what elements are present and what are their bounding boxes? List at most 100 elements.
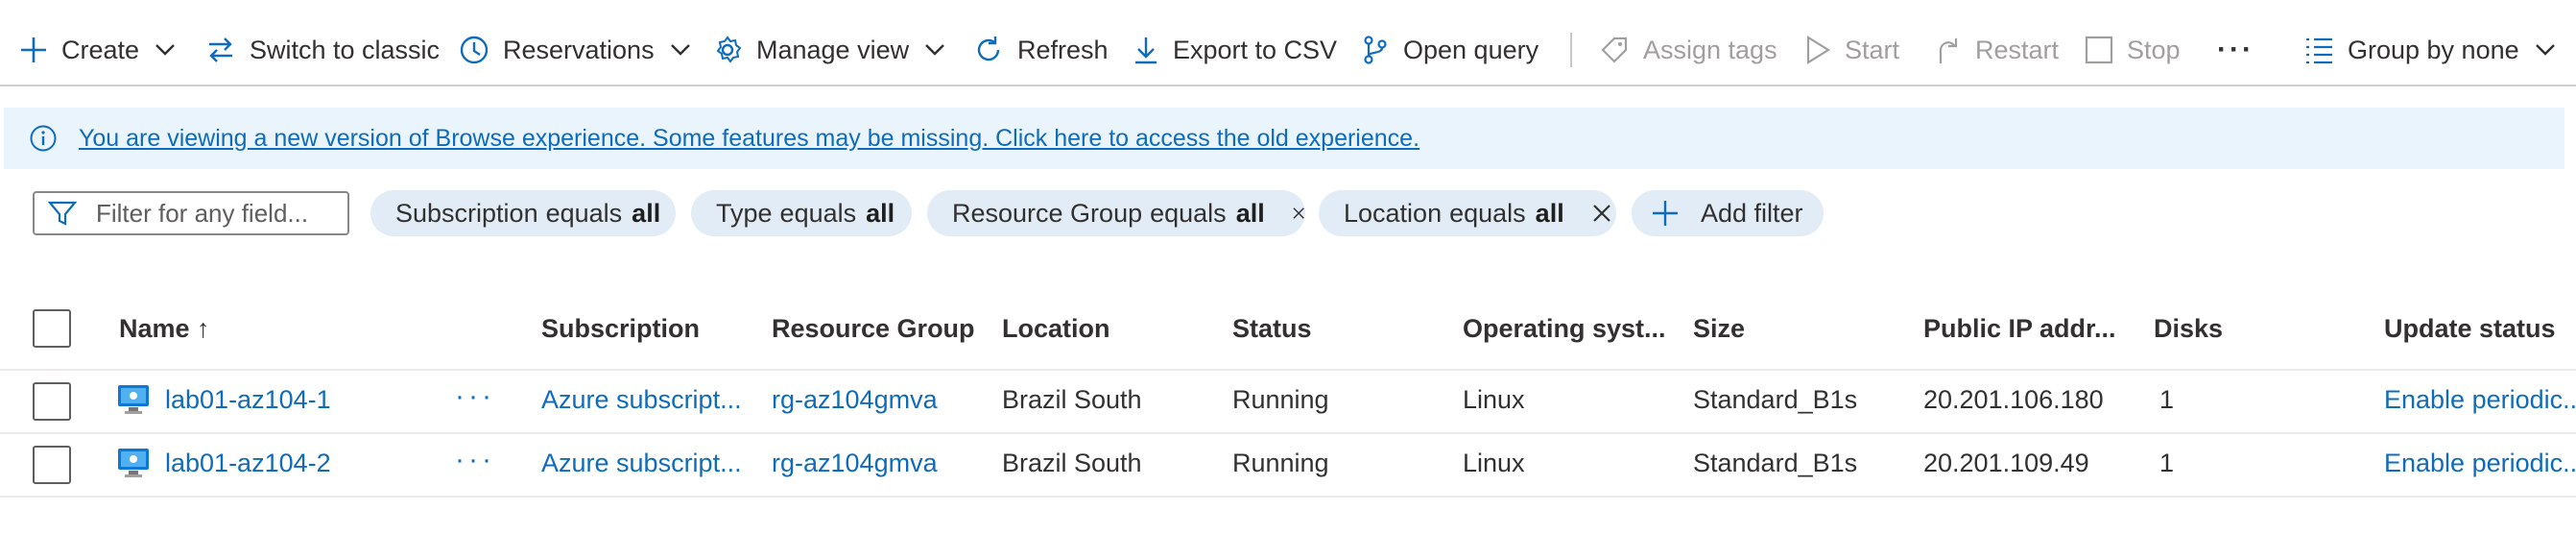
create-label: Create [61,35,140,64]
row-more-actions-button[interactable]: ··· [455,444,495,476]
column-header-disks[interactable]: Disks [2154,307,2223,350]
export-csv-button[interactable]: Export to CSV [1133,0,1337,100]
row-more-actions-button[interactable]: ··· [455,380,495,413]
chevron-down-icon [925,44,944,56]
more-commands-button[interactable]: ··· [2217,0,2254,100]
stop-icon [2085,36,2113,64]
filter-pill-key: Resource Group [952,198,1143,228]
filter-pill-key: Type [716,198,773,228]
filter-pill-value: all [632,198,661,228]
row-checkbox[interactable] [33,382,71,421]
create-button[interactable]: Create [19,0,176,100]
stop-label: Stop [2127,35,2181,64]
public-ip-cell: 20.201.106.180 [1923,384,2104,414]
filter-pill-operator: equals [1449,198,1526,228]
query-branch-icon [1364,36,1387,64]
filter-input[interactable] [94,197,338,230]
close-icon[interactable] [1292,203,1305,224]
start-button[interactable]: Start [1804,0,1899,100]
public-ip-cell: 20.201.109.49 [1923,448,2089,477]
update-status-link[interactable]: Enable periodic... [2384,442,2576,484]
virtual-machine-icon [118,385,149,414]
stop-button[interactable]: Stop [2085,0,2181,100]
subscription-link[interactable]: Azure subscript... [541,442,742,484]
reservations-label: Reservations [503,35,655,64]
os-cell: Linux [1463,448,1525,477]
filter-pill-location[interactable]: Location equals all [1319,190,1616,236]
clock-icon [460,36,489,64]
chevron-down-icon [2535,44,2555,56]
virtual-machine-icon [118,449,149,477]
vm-name-link[interactable]: lab01-az104-2 [165,442,331,484]
column-header-public-ip[interactable]: Public IP addr... [1923,307,2116,350]
add-filter-button[interactable]: Add filter [1632,190,1824,236]
gear-icon [716,36,742,63]
column-header-size[interactable]: Size [1693,307,1745,350]
download-icon [1135,37,1157,64]
filter-pill-key: Subscription [395,198,538,228]
refresh-icon [977,36,1000,61]
filter-pill-value: all [1235,198,1265,228]
filter-pill-key: Location [1344,198,1443,228]
row-checkbox[interactable] [33,446,71,484]
column-header-status[interactable]: Status [1232,307,1312,350]
filter-pill-operator: equals [545,198,623,228]
switch-to-classic-button[interactable]: Switch to classic [205,0,440,100]
column-header-location[interactable]: Location [1002,307,1110,350]
column-header-subscription[interactable]: Subscription [541,307,700,350]
row-divider [0,432,2576,434]
column-header-name[interactable]: Name ↑ [119,307,210,350]
resource-group-link[interactable]: rg-az104gmva [772,442,938,484]
start-label: Start [1845,35,1900,64]
row-divider [0,369,2576,371]
play-icon [1806,36,1831,64]
restart-button[interactable]: Restart [1933,0,2059,100]
group-by-dropdown[interactable]: Group by none [2303,0,2556,100]
filter-pill-type[interactable]: Type equals all [691,190,912,236]
location-cell: Brazil South [1002,384,1142,414]
disks-cell: 1 [2159,448,2175,477]
filter-pill-subscription[interactable]: Subscription equals all [370,190,676,236]
refresh-label: Refresh [1017,35,1109,64]
toolbar-divider [1570,33,1572,67]
filter-pill-value: all [1535,198,1564,228]
os-cell: Linux [1463,384,1525,414]
filter-field[interactable] [33,191,349,235]
open-query-label: Open query [1403,35,1539,64]
open-query-button[interactable]: Open query [1361,0,1538,100]
reservations-button[interactable]: Reservations [459,0,691,100]
filter-pill-resource-group[interactable]: Resource Group equals all [927,190,1305,236]
select-all-checkbox[interactable] [33,309,71,348]
close-icon[interactable] [1591,203,1612,224]
info-icon [30,125,57,152]
column-header-os[interactable]: Operating syst... [1463,307,1666,350]
refresh-button[interactable]: Refresh [973,0,1109,100]
add-filter-label: Add filter [1701,198,1803,228]
restart-icon [1939,38,1958,63]
size-cell: Standard_B1s [1693,384,1858,414]
subscription-link[interactable]: Azure subscript... [541,378,742,421]
old-experience-link[interactable]: You are viewing a new version of Browse … [79,125,1419,153]
status-cell: Running [1232,448,1329,477]
ellipsis-icon: ··· [2217,34,2254,65]
assign-tags-label: Assign tags [1643,35,1777,64]
switch-to-classic-label: Switch to classic [250,35,441,64]
tag-icon [1601,36,1628,63]
filter-pill-operator: equals [1150,198,1227,228]
list-icon [2306,37,2332,64]
assign-tags-button[interactable]: Assign tags [1599,0,1777,100]
export-csv-label: Export to CSV [1173,35,1338,64]
column-header-resource-group[interactable]: Resource Group [772,307,975,350]
filter-pill-value: all [866,198,895,228]
manage-view-label: Manage view [756,35,910,64]
restart-label: Restart [1975,35,2060,64]
column-header-update-status[interactable]: Update status [2384,307,2556,350]
manage-view-button[interactable]: Manage view [712,0,945,100]
row-divider [0,496,2576,498]
command-bar: Create Switch to classic Reservations Ma… [0,0,2576,86]
chevron-down-icon [670,44,690,56]
resource-group-link[interactable]: rg-az104gmva [772,378,938,421]
vm-name-link[interactable]: lab01-az104-1 [165,378,331,421]
info-banner: You are viewing a new version of Browse … [4,108,2564,169]
update-status-link[interactable]: Enable periodic... [2384,378,2576,421]
